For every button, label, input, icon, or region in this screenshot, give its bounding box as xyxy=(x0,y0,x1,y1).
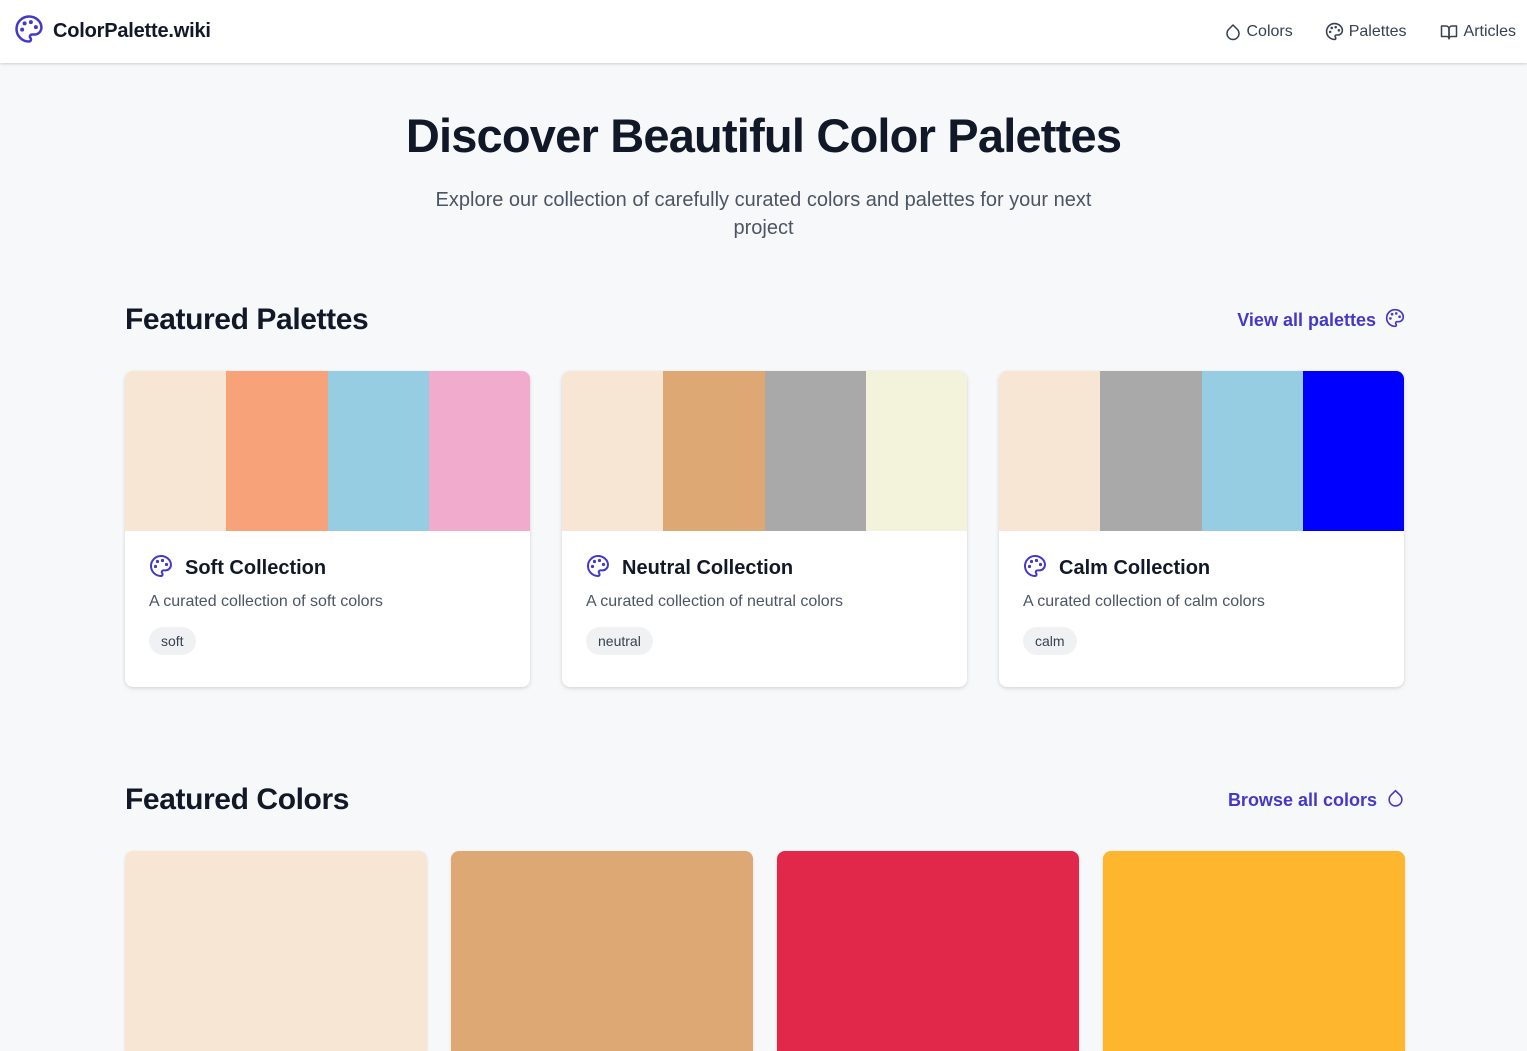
palette-card-description: A curated collection of soft colors xyxy=(149,593,383,610)
color-swatch xyxy=(226,371,328,531)
featured-palettes-title: Featured Palettes xyxy=(125,303,369,336)
view-all-palettes-label: View all palettes xyxy=(1237,309,1376,330)
featured-colors-header: Featured Colors Browse all colors xyxy=(125,783,1405,817)
browse-all-colors-link[interactable]: Browse all colors xyxy=(1228,788,1405,813)
nav-link-label: Palettes xyxy=(1348,22,1407,40)
nav-link-palettes[interactable]: Palettes xyxy=(1325,22,1407,41)
palette-swatches xyxy=(125,371,530,531)
palette-card-calm[interactable]: Calm Collection A curated collection of … xyxy=(999,371,1404,687)
hero-subtitle: Explore our collection of carefully cura… xyxy=(435,189,1092,239)
featured-palettes-header: Featured Palettes View all palettes xyxy=(125,303,1405,337)
color-swatch xyxy=(1201,371,1303,531)
palette-card-title-row: Neutral Collection xyxy=(586,554,943,583)
droplet-icon xyxy=(1224,23,1242,41)
color-card[interactable] xyxy=(1103,851,1405,1051)
hero: Discover Beautiful Color Palettes Explor… xyxy=(0,108,1527,242)
palette-icon xyxy=(1385,308,1405,333)
palette-card-soft[interactable]: Soft Collection A curated collection of … xyxy=(125,371,530,687)
nav-link-label: Articles xyxy=(1463,22,1516,40)
color-swatch xyxy=(125,371,227,531)
color-card[interactable] xyxy=(777,851,1079,1051)
palette-card-body: Soft Collection A curated collection of … xyxy=(125,531,530,655)
nav-link-label: Colors xyxy=(1246,22,1293,40)
color-swatch xyxy=(865,371,967,531)
view-all-palettes-link[interactable]: View all palettes xyxy=(1237,308,1405,333)
color-swatch xyxy=(1302,371,1404,531)
palette-card-description: A curated collection of neutral colors xyxy=(586,593,844,610)
book-open-icon xyxy=(1439,23,1459,41)
palette-card-neutral[interactable]: Neutral Collection A curated collection … xyxy=(562,371,967,687)
palette-swatches xyxy=(999,371,1404,531)
featured-colors-title: Featured Colors xyxy=(125,783,350,816)
brand-name: ColorPalette.wiki xyxy=(53,20,211,42)
nav-link-colors[interactable]: Colors xyxy=(1224,23,1293,41)
palette-card-body: Neutral Collection A curated collection … xyxy=(562,531,967,655)
palette-card-description: A curated collection of calm colors xyxy=(1023,593,1265,610)
color-swatch xyxy=(327,371,429,531)
brand-link[interactable]: ColorPalette.wiki xyxy=(14,14,211,49)
palette-icon xyxy=(14,14,44,49)
color-swatch xyxy=(428,371,530,531)
color-swatch xyxy=(1100,371,1202,531)
palette-card-grid: Soft Collection A curated collection of … xyxy=(125,371,1405,687)
palette-tag[interactable]: calm xyxy=(1023,627,1077,655)
palette-card-title-row: Calm Collection xyxy=(1023,554,1380,583)
color-swatch xyxy=(764,371,866,531)
droplet-icon xyxy=(1386,788,1405,813)
color-card[interactable] xyxy=(451,851,753,1051)
nav-links: Colors Palettes Articles xyxy=(1224,22,1516,41)
color-swatch xyxy=(999,371,1101,531)
palette-card-body: Calm Collection A curated collection of … xyxy=(999,531,1404,655)
palette-swatches xyxy=(562,371,967,531)
browse-all-colors-label: Browse all colors xyxy=(1227,789,1377,810)
color-card[interactable] xyxy=(125,851,427,1051)
palette-icon xyxy=(1325,22,1344,41)
color-card-grid xyxy=(125,851,1405,1051)
top-navbar: ColorPalette.wiki Colors Palettes Articl… xyxy=(0,0,1527,63)
palette-icon xyxy=(149,554,173,583)
palette-tag[interactable]: soft xyxy=(149,627,196,655)
palette-tag[interactable]: neutral xyxy=(586,627,653,655)
color-swatch xyxy=(562,371,664,531)
palette-card-title: Soft Collection xyxy=(185,556,327,579)
palette-card-title: Calm Collection xyxy=(1059,556,1211,579)
palette-icon xyxy=(1023,554,1047,583)
color-swatch xyxy=(663,371,765,531)
hero-title: Discover Beautiful Color Palettes xyxy=(405,109,1122,162)
palette-icon xyxy=(586,554,610,583)
palette-card-title-row: Soft Collection xyxy=(149,554,506,583)
nav-link-articles[interactable]: Articles xyxy=(1439,23,1516,41)
palette-card-title: Neutral Collection xyxy=(622,556,794,579)
